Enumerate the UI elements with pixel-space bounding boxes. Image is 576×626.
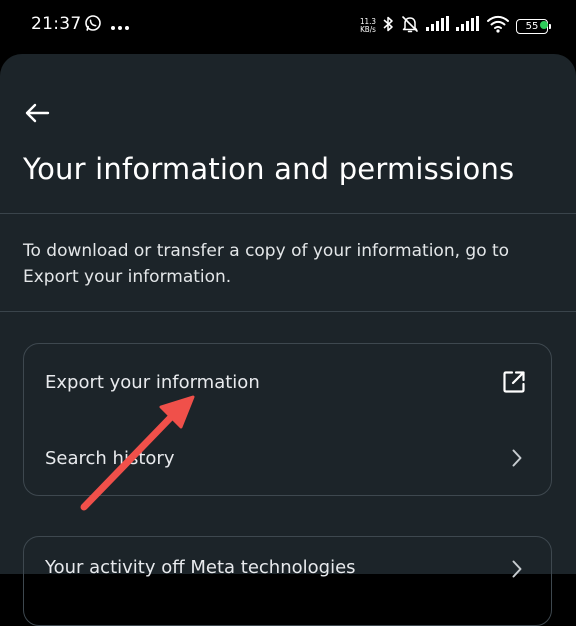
settings-sheet: Your information and permissions To down… <box>0 54 576 626</box>
activity-off-meta-item[interactable]: Your activity off Meta technologies <box>24 537 551 613</box>
external-link-icon <box>501 369 527 395</box>
arrow-left-icon <box>25 103 50 123</box>
privacy-indicator-dot <box>540 21 548 29</box>
status-bar: 21:37 11.3 KB/s 55 <box>0 0 576 52</box>
title-divider <box>0 213 576 214</box>
search-history-label: Search history <box>45 447 175 469</box>
export-information-label: Export your information <box>45 371 260 393</box>
more-notifications-icon <box>110 16 130 35</box>
page-title: Your information and permissions <box>23 152 515 186</box>
status-time: 21:37 <box>31 14 82 34</box>
signal-strength-icon-1 <box>426 16 450 36</box>
whatsapp-icon <box>84 14 102 36</box>
search-history-item[interactable]: Search history <box>24 420 551 496</box>
options-card: Export your information Search history <box>23 343 552 496</box>
description-divider <box>0 311 576 312</box>
bluetooth-icon <box>382 15 394 37</box>
battery-level: 55 <box>525 20 539 32</box>
muted-bell-icon <box>400 14 420 38</box>
chevron-right-icon <box>511 559 523 579</box>
chevron-right-icon <box>511 448 523 468</box>
activity-off-meta-label: Your activity off Meta technologies <box>45 557 356 578</box>
wifi-icon <box>486 15 510 37</box>
second-options-card: Your activity off Meta technologies <box>23 536 552 626</box>
page-description: To download or transfer a copy of your i… <box>23 241 510 287</box>
status-left-icons <box>84 14 130 36</box>
back-button[interactable] <box>24 101 52 125</box>
status-right-icons: 11.3 KB/s 55 <box>360 14 551 38</box>
signal-strength-icon-2 <box>456 16 480 36</box>
network-speed: 11.3 KB/s <box>360 18 376 34</box>
network-speed-unit: KB/s <box>360 25 376 34</box>
export-information-item[interactable]: Export your information <box>24 344 551 420</box>
